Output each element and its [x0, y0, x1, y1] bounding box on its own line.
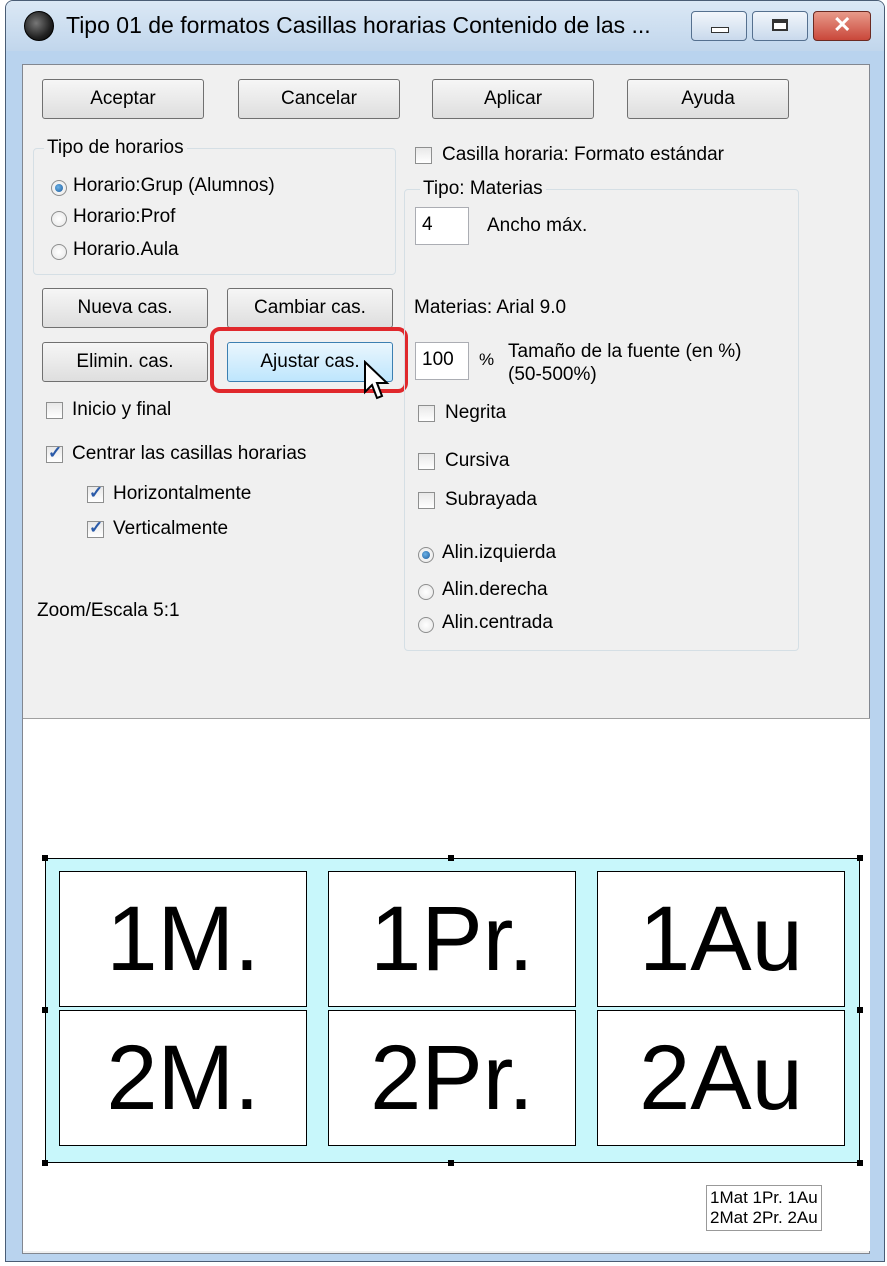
eliminar-cas-button[interactable]: Elimin. cas. [42, 342, 208, 382]
cursiva-label: Cursiva [445, 450, 510, 471]
horizontal-label: Horizontalmente [113, 483, 252, 504]
aceptar-button[interactable]: Aceptar [42, 79, 204, 119]
centrar-checkbox[interactable]: ✓ [46, 443, 63, 463]
inicio-final-label: Inicio y final [72, 399, 172, 420]
resize-handle[interactable] [42, 1160, 48, 1166]
resize-handle[interactable] [857, 855, 863, 861]
radio-horario-aula[interactable] [51, 244, 67, 260]
zoom-scale-label: Zoom/Escala 5:1 [37, 600, 180, 621]
aplicar-button[interactable]: Aplicar [432, 79, 594, 119]
resize-handle[interactable] [42, 855, 48, 861]
minimize-button[interactable] [691, 11, 747, 41]
horizontal-checkbox[interactable]: ✓ [87, 483, 104, 503]
inicio-final-checkbox[interactable] [46, 402, 63, 419]
font-size-input[interactable]: 100 [415, 342, 469, 380]
percent-sign-label: % [479, 350, 495, 369]
font-size-label-line2: (50-500%) [508, 364, 597, 385]
resize-handle[interactable] [448, 1160, 454, 1166]
centrar-label: Centrar las casillas horarias [72, 443, 307, 464]
resize-handle[interactable] [448, 855, 454, 861]
negrita-label: Negrita [445, 402, 507, 423]
preview-legend-line1: 1Mat 1Pr. 1Au [710, 1188, 818, 1207]
negrita-checkbox[interactable] [418, 405, 435, 422]
tipo-materias-legend: Tipo: Materias [420, 178, 546, 200]
resize-handle[interactable] [857, 1160, 863, 1166]
subrayada-label: Subrayada [445, 489, 537, 510]
preview-cell: 1M. [59, 871, 307, 1007]
maximize-button[interactable] [752, 11, 808, 41]
radio-horario-prof[interactable] [51, 211, 67, 227]
ayuda-button[interactable]: Ayuda [627, 79, 789, 119]
radio-alin-centrada[interactable] [418, 617, 434, 633]
mouse-cursor-icon [364, 360, 390, 400]
minimize-icon [711, 27, 729, 33]
font-size-label-line1: Tamaño de la fuente (en %) [508, 341, 742, 362]
ancho-max-label: Ancho máx. [487, 215, 588, 236]
app-icon [24, 11, 54, 41]
preview-cell: 2Au [597, 1010, 845, 1146]
check-mark-icon: ✓ [89, 518, 104, 537]
radio-horario-grup[interactable] [51, 180, 67, 196]
formato-estandar-checkbox[interactable] [415, 147, 432, 164]
subrayada-checkbox[interactable] [418, 492, 435, 509]
radio-label-alin-izquierda: Alin.izquierda [442, 542, 557, 563]
radio-label-alin-centrada: Alin.centrada [442, 612, 553, 633]
font-info-label: Materias: Arial 9.0 [414, 297, 567, 318]
close-button[interactable]: ✕ [813, 11, 871, 41]
maximize-icon [772, 19, 788, 31]
preview-cell: 1Au [597, 871, 845, 1007]
cursiva-checkbox[interactable] [418, 453, 435, 470]
cancelar-button[interactable]: Cancelar [238, 79, 400, 119]
check-mark-icon: ✓ [89, 483, 104, 502]
preview-legend-line2: 2Mat 2Pr. 2Au [710, 1208, 818, 1227]
cambiar-cas-button[interactable]: Cambiar cas. [227, 288, 393, 328]
resize-handle[interactable] [42, 1007, 48, 1013]
vertical-label: Verticalmente [113, 518, 229, 539]
nueva-cas-button[interactable]: Nueva cas. [42, 288, 208, 328]
preview-cell: 2M. [59, 1010, 307, 1146]
preview-cell: 2Pr. [328, 1010, 576, 1146]
preview-cell: 1Pr. [328, 871, 576, 1007]
formato-estandar-label: Casilla horaria: Formato estándar [442, 144, 724, 165]
close-icon: ✕ [833, 12, 852, 37]
radio-label-alin-derecha: Alin.derecha [442, 579, 548, 600]
radio-label-horario-aula: Horario.Aula [73, 239, 179, 260]
vertical-checkbox[interactable]: ✓ [87, 518, 104, 538]
radio-alin-izquierda[interactable] [418, 547, 434, 563]
check-mark-icon: ✓ [48, 443, 63, 462]
tipo-horarios-legend: Tipo de horarios [44, 137, 187, 159]
radio-label-horario-grup: Horario:Grup (Alumnos) [73, 175, 275, 196]
preview-legend: 1Mat 1Pr. 1Au 2Mat 2Pr. 2Au [706, 1185, 822, 1231]
resize-handle[interactable] [857, 1007, 863, 1013]
title-bar[interactable]: Tipo 01 de formatos Casillas horarias Co… [6, 1, 884, 51]
ancho-max-input[interactable]: 4 [415, 207, 469, 245]
window-title: Tipo 01 de formatos Casillas horarias Co… [66, 12, 651, 38]
radio-alin-derecha[interactable] [418, 584, 434, 600]
radio-label-horario-prof: Horario:Prof [73, 206, 176, 227]
